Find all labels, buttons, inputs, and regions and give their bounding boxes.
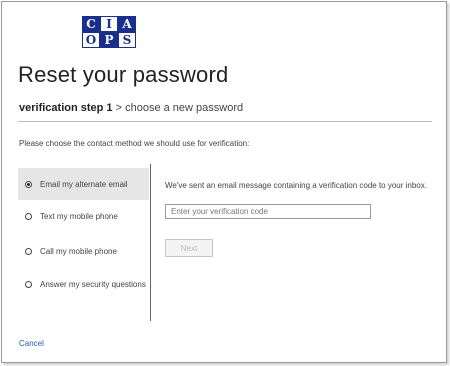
current-step: verification step 1 xyxy=(19,102,113,114)
radio-icon[interactable] xyxy=(25,280,32,288)
radio-selected-icon[interactable] xyxy=(25,180,32,188)
logo-letter: O xyxy=(82,32,100,48)
cancel-link[interactable]: Cancel xyxy=(19,339,44,348)
step-separator: > xyxy=(112,102,126,114)
divider xyxy=(18,121,432,122)
logo-letter: A xyxy=(118,16,136,32)
radio-icon[interactable] xyxy=(25,212,32,220)
contact-method-list: Email my alternate email Text my mobile … xyxy=(18,164,151,321)
method-questions[interactable]: Answer my security questions xyxy=(18,268,149,300)
password-reset-dialog: C I A O P S Reset your password verifica… xyxy=(1,1,447,363)
verification-message: We've sent an email message containing a… xyxy=(165,181,427,190)
next-button[interactable]: Next xyxy=(165,239,213,257)
method-label: Email my alternate email xyxy=(40,179,128,189)
method-call[interactable]: Call my mobile phone xyxy=(18,235,149,267)
verification-code-input[interactable] xyxy=(165,204,371,219)
ciaops-logo: C I A O P S xyxy=(82,16,136,48)
page-title: Reset your password xyxy=(18,62,229,87)
logo-letter: C xyxy=(82,16,100,32)
instruction-text: Please choose the contact method we shou… xyxy=(19,139,250,148)
method-label: Answer my security questions xyxy=(40,279,146,289)
next-step: choose a new password xyxy=(125,102,244,114)
logo-letter: P xyxy=(100,32,118,48)
step-breadcrumb: verification step 1 > choose a new passw… xyxy=(19,102,243,114)
logo-letter: I xyxy=(100,16,118,32)
method-text[interactable]: Text my mobile phone xyxy=(18,200,149,232)
radio-icon[interactable] xyxy=(25,247,32,255)
logo-letter: S xyxy=(118,32,136,48)
method-email[interactable]: Email my alternate email xyxy=(18,168,149,200)
method-label: Text my mobile phone xyxy=(40,211,118,221)
method-label: Call my mobile phone xyxy=(40,246,117,256)
